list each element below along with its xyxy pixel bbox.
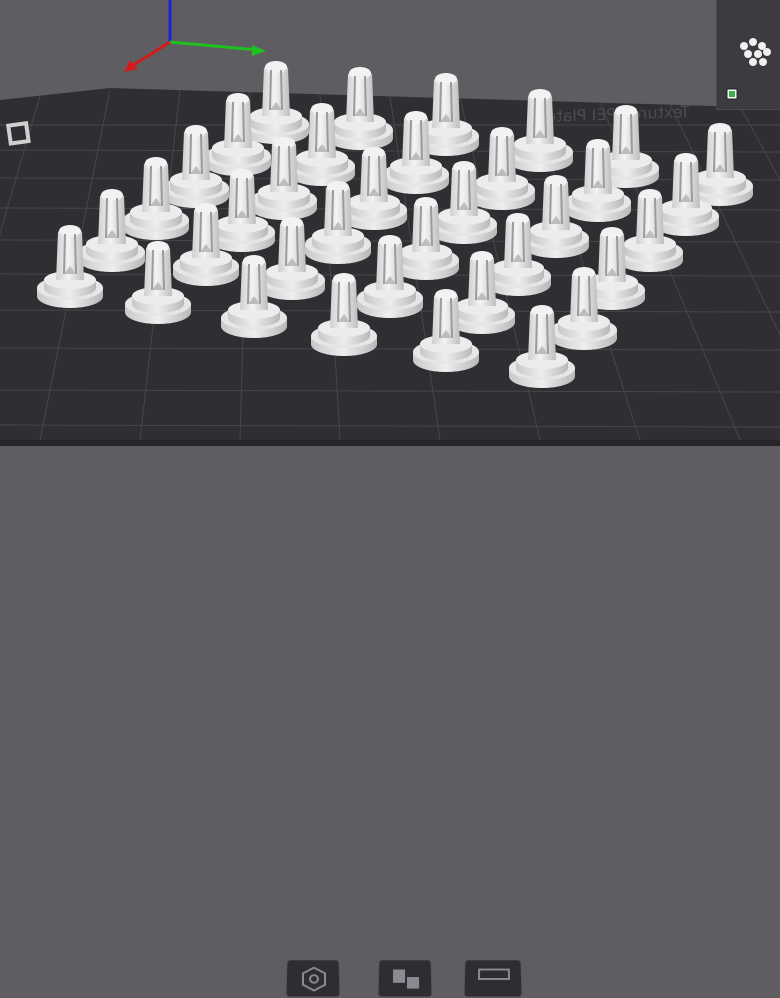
- plate-logo: [6, 120, 31, 146]
- arrange-button[interactable]: [377, 959, 433, 998]
- plate-thumbnail-icon[interactable]: [740, 38, 771, 66]
- 3d-viewport[interactable]: Textured PEI Plate: [0, 0, 780, 530]
- build-plate-edge: [0, 440, 780, 446]
- layers-button[interactable]: [463, 959, 523, 998]
- plate-thumbnail-panel[interactable]: [716, 0, 780, 110]
- hexagon-icon: [303, 968, 325, 991]
- arrange-icon: [392, 969, 420, 989]
- cube-icon[interactable]: [726, 88, 738, 100]
- layers-icon: [479, 970, 509, 979]
- plate-button[interactable]: [285, 959, 341, 998]
- bottom-toolbar: [0, 472, 780, 998]
